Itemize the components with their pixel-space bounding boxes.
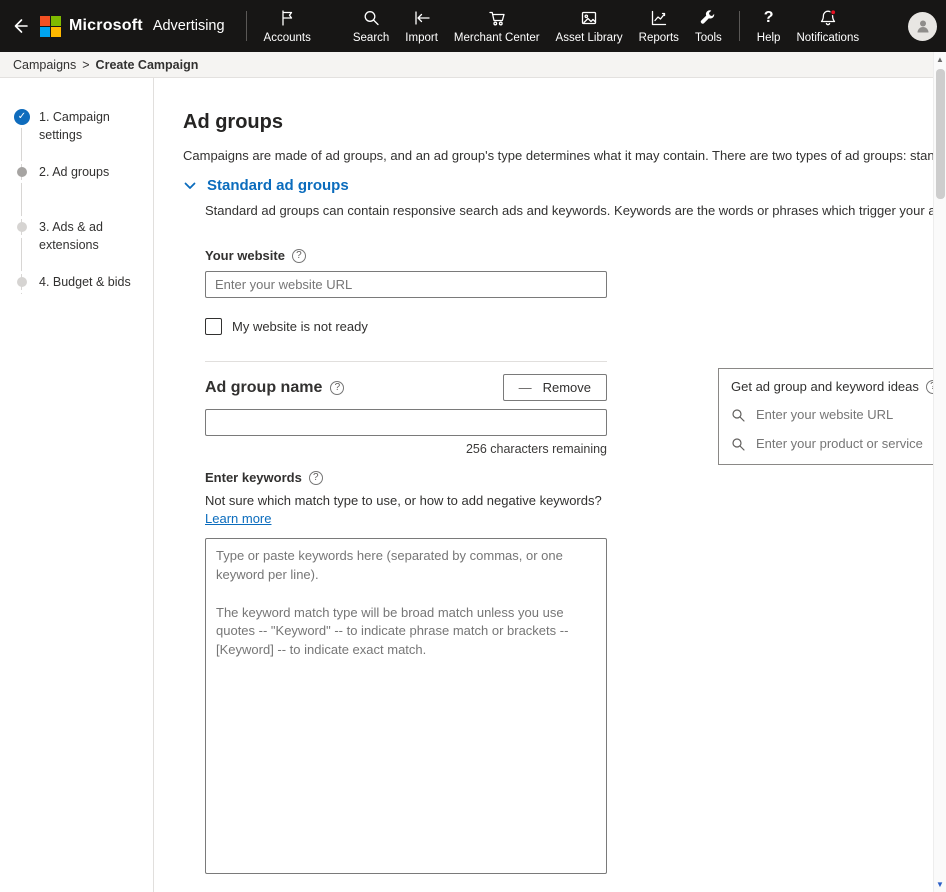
ad-group-name-input[interactable] — [205, 409, 607, 436]
nav-item-label: Help — [757, 32, 781, 44]
ideas-product-placeholder: Enter your product or service — [756, 436, 923, 451]
remove-ad-group-button[interactable]: — Remove — [503, 374, 607, 401]
ideas-panel-title: Get ad group and keyword ideas — [731, 379, 919, 394]
nav-item-help[interactable]: ? Help — [749, 0, 789, 52]
nav-item-label: Merchant Center — [454, 32, 540, 44]
content-area: ✓ 1. Campaign settings 2. Ad groups 3. A… — [0, 78, 933, 892]
keywords-hint: Not sure which match type to use, or how… — [205, 493, 607, 508]
keyword-ideas-panel: Get ad group and keyword ideas ? Enter y… — [718, 368, 946, 465]
navbar-divider — [739, 11, 740, 41]
scroll-down-arrow-icon[interactable]: ▼ — [934, 877, 946, 892]
help-icon[interactable]: ? — [309, 471, 323, 485]
help-icon[interactable]: ? — [292, 249, 306, 263]
nav-item-label: Accounts — [264, 32, 311, 44]
back-button[interactable] — [0, 0, 40, 52]
nav-item-notifications[interactable]: Notifications — [788, 0, 867, 52]
brand-name: Microsoft — [69, 17, 143, 35]
step-current-dot-icon — [14, 164, 30, 180]
ad-group-name-label: Ad group name — [205, 379, 322, 397]
profile-avatar[interactable] — [908, 12, 937, 41]
nav-item-tools[interactable]: Tools — [687, 0, 730, 52]
characters-remaining: 256 characters remaining — [205, 442, 607, 456]
nav-item-label: Notifications — [796, 32, 859, 44]
ad-group-form: Your website ? My website is not ready A… — [205, 248, 607, 874]
main-panel: Ad groups Campaigns are made of ad group… — [154, 78, 933, 892]
step-upcoming-dot-icon — [14, 219, 30, 235]
website-not-ready-option[interactable]: My website is not ready — [205, 318, 368, 335]
help-icon[interactable]: ? — [330, 381, 344, 395]
wizard-stepper: ✓ 1. Campaign settings 2. Ad groups 3. A… — [0, 78, 154, 892]
breadcrumb: Campaigns > Create Campaign — [0, 52, 933, 78]
keywords-textarea[interactable] — [205, 538, 607, 874]
website-not-ready-checkbox[interactable] — [205, 318, 222, 335]
scroll-up-arrow-icon[interactable]: ▲ — [934, 52, 946, 67]
nav-item-label: Tools — [695, 32, 722, 44]
chart-icon — [649, 8, 669, 28]
minus-icon: — — [519, 380, 532, 395]
page-description: Campaigns are made of ad groups, and an … — [183, 148, 933, 163]
page-title: Ad groups — [183, 111, 933, 134]
section-title: Standard ad groups — [207, 177, 349, 194]
nav-item-label: Import — [405, 32, 438, 44]
ideas-website-placeholder: Enter your website URL — [756, 407, 893, 422]
standard-ad-groups-toggle[interactable]: Standard ad groups — [183, 177, 349, 194]
step-ads-extensions[interactable]: 3. Ads & ad extensions — [0, 218, 153, 273]
nav-item-asset-library[interactable]: Asset Library — [548, 0, 631, 52]
nav-item-label: Search — [353, 32, 389, 44]
breadcrumb-campaigns[interactable]: Campaigns — [13, 58, 76, 72]
search-icon — [361, 8, 381, 28]
step-campaign-settings[interactable]: ✓ 1. Campaign settings — [0, 108, 153, 163]
ideas-website-input[interactable]: Enter your website URL — [719, 400, 946, 429]
breadcrumb-current: Create Campaign — [96, 58, 199, 72]
breadcrumb-separator: > — [82, 58, 89, 72]
brand-product: Advertising — [153, 18, 225, 34]
nav-item-label: Asset Library — [556, 32, 623, 44]
chevron-down-icon — [183, 179, 197, 193]
accounts-flag-icon — [277, 8, 297, 28]
question-icon: ? — [764, 8, 774, 28]
step-upcoming-dot-icon — [14, 274, 30, 290]
enter-keywords-label: Enter keywords — [205, 470, 302, 485]
person-circle-icon — [914, 17, 932, 35]
vertical-scrollbar: ▲ ▼ — [933, 52, 946, 892]
remove-button-label: Remove — [543, 380, 591, 395]
section-description: Standard ad groups can contain responsiv… — [205, 203, 933, 218]
website-not-ready-label: My website is not ready — [232, 319, 368, 334]
nav-item-reports[interactable]: Reports — [631, 0, 687, 52]
cart-icon — [487, 8, 507, 28]
step-budget-bids[interactable]: 4. Budget & bids — [0, 273, 153, 328]
bell-icon — [818, 8, 838, 28]
nav-item-search[interactable]: Search — [345, 0, 397, 52]
navbar-divider — [246, 11, 247, 41]
nav-item-label: Reports — [639, 32, 679, 44]
wrench-icon — [698, 8, 718, 28]
search-icon — [731, 437, 745, 451]
form-divider — [205, 361, 607, 362]
step-label: 2. Ad groups — [39, 163, 109, 181]
search-icon — [731, 408, 745, 422]
top-navbar: Microsoft Advertising Accounts Search Im… — [0, 0, 946, 52]
nav-item-import[interactable]: Import — [397, 0, 446, 52]
step-ad-groups[interactable]: 2. Ad groups — [0, 163, 153, 218]
import-icon — [412, 8, 432, 28]
nav-item-accounts[interactable]: Accounts — [256, 0, 319, 52]
step-label: 1. Campaign settings — [39, 108, 135, 144]
step-label: 3. Ads & ad extensions — [39, 218, 135, 254]
brand[interactable]: Microsoft Advertising — [40, 16, 237, 37]
website-url-input[interactable] — [205, 271, 607, 298]
scrollbar-thumb[interactable] — [936, 69, 945, 199]
learn-more-link[interactable]: Learn more — [205, 511, 271, 526]
nav-item-merchant-center[interactable]: Merchant Center — [446, 0, 548, 52]
your-website-label: Your website — [205, 248, 285, 263]
back-arrow-icon — [10, 16, 30, 36]
image-icon — [579, 8, 599, 28]
ideas-product-input[interactable]: Enter your product or service — [719, 429, 946, 458]
microsoft-logo-icon — [40, 16, 61, 37]
step-complete-check-icon: ✓ — [14, 109, 30, 125]
step-label: 4. Budget & bids — [39, 273, 131, 291]
